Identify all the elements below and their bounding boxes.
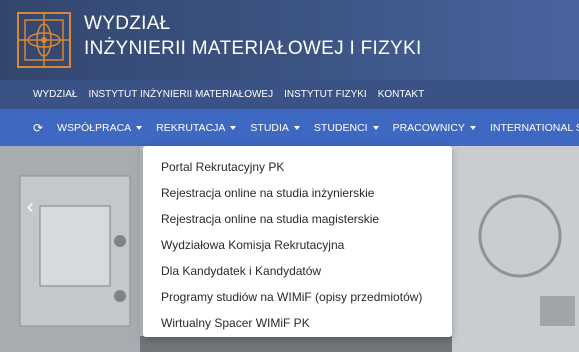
dropdown-item[interactable]: Portal Rekrutacyjny PK: [161, 160, 284, 174]
mainnav-label: WSPÓŁPRACA: [57, 121, 132, 134]
site-title-line1[interactable]: WYDZIAŁ: [84, 13, 171, 35]
site-title-line2[interactable]: INŻYNIERII MATERIAŁOWEJ I FIZYKI: [84, 38, 422, 60]
rekrutacja-dropdown: Portal Rekrutacyjny PK Rejestracja onlin…: [143, 146, 452, 337]
mainnav-label: INTERNATIONAL STUDE: [489, 121, 579, 134]
mainnav-label: STUDENCI: [313, 121, 368, 134]
dropdown-item[interactable]: Wirtualny Spacer WIMiF PK: [161, 316, 310, 330]
caret-down-icon: [136, 125, 143, 130]
caret-down-icon: [469, 125, 476, 130]
mainnav-wspolpraca[interactable]: WSPÓŁPRACA: [57, 121, 143, 134]
top-navigation: WYDZIAŁ INSTYTUT INŻYNIERII MATERIAŁOWEJ…: [0, 80, 579, 109]
topnav-wydzial[interactable]: WYDZIAŁ: [33, 89, 77, 100]
faculty-logo-icon[interactable]: [17, 12, 71, 68]
dropdown-item[interactable]: Wydziałowa Komisja Rekrutacyjna: [161, 238, 344, 252]
main-navigation: ⟳ WSPÓŁPRACA REKRUTACJA STUDIA STUDENCI …: [0, 109, 579, 146]
mainnav-label: STUDIA: [250, 121, 289, 134]
site-header: WYDZIAŁ INŻYNIERII MATERIAŁOWEJ I FIZYKI: [0, 0, 579, 80]
topnav-instytut-fizyki[interactable]: INSTYTUT FIZYKI: [284, 89, 367, 100]
dropdown-item[interactable]: Dla Kandydatek i Kandydatów: [161, 264, 321, 278]
mainnav-pracownicy[interactable]: PRACOWNICY: [393, 122, 476, 134]
chevron-left-icon[interactable]: ‹: [27, 196, 34, 219]
dropdown-item[interactable]: Programy studiów na WIMiF (opisy przedmi…: [161, 290, 422, 304]
refresh-icon[interactable]: ⟳: [33, 121, 43, 135]
dropdown-item[interactable]: Rejestracja online na studia inżynierski…: [161, 186, 374, 200]
topnav-instytut-inzynierii[interactable]: INSTYTUT INŻYNIERII MATERIAŁOWEJ: [88, 89, 273, 100]
mainnav-label: PRACOWNICY: [392, 121, 465, 134]
topnav-kontakt[interactable]: KONTAKT: [378, 89, 424, 100]
caret-down-icon: [230, 125, 237, 130]
dropdown-item[interactable]: Rejestracja online na studia magisterski…: [161, 212, 379, 226]
mainnav-rekrutacja[interactable]: REKRUTACJA: [156, 121, 237, 134]
mainnav-studia[interactable]: STUDIA: [250, 122, 300, 134]
caret-down-icon: [372, 125, 379, 130]
caret-down-icon: [293, 125, 300, 130]
mainnav-label: REKRUTACJA: [156, 121, 226, 134]
mainnav-studenci[interactable]: STUDENCI: [314, 122, 379, 134]
mainnav-international[interactable]: INTERNATIONAL STUDE: [490, 122, 579, 134]
